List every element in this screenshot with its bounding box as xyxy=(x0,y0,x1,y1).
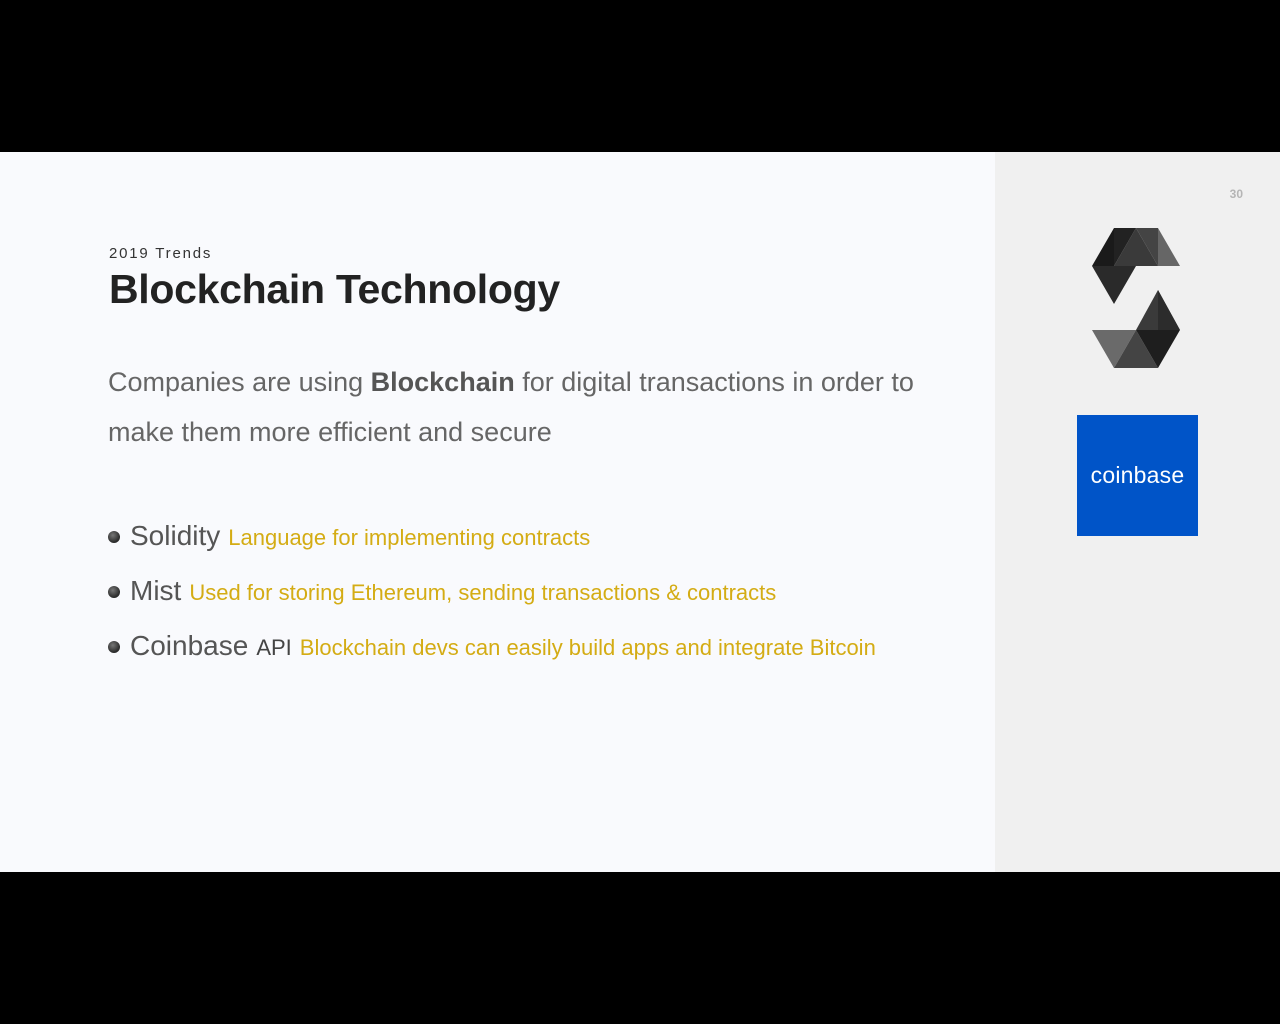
bullet-dot-icon xyxy=(108,586,120,598)
lead-text-before: Companies are using xyxy=(108,367,371,397)
bullet-suffix: API xyxy=(256,635,292,660)
bullet-dot-icon xyxy=(108,641,120,653)
bullet-item-mist: Mist Used for storing Ethereum, sending … xyxy=(108,575,876,630)
lead-text-bold: Blockchain xyxy=(370,367,515,397)
bullet-item-solidity: Solidity Language for implementing contr… xyxy=(108,520,876,575)
bullet-name: Solidity xyxy=(130,520,221,551)
coinbase-logo-text: coinbase xyxy=(1090,462,1185,488)
bullet-dot-icon xyxy=(108,531,120,543)
coinbase-logo-icon: coinbase xyxy=(1077,415,1198,536)
slide-subtitle: 2019 Trends xyxy=(109,245,213,262)
bullet-name: Coinbase xyxy=(130,630,249,661)
bullet-description: Used for storing Ethereum, sending trans… xyxy=(189,580,777,605)
bullet-item-coinbase: Coinbase API Blockchain devs can easily … xyxy=(108,630,876,685)
solidity-logo-icon xyxy=(1092,228,1180,368)
logo-sidebar: 30 coinbase xyxy=(995,152,1280,872)
slide-title: Blockchain Technology xyxy=(109,266,560,312)
bullet-name: Mist xyxy=(130,575,182,606)
page-number: 30 xyxy=(1229,187,1243,201)
bullet-description: Language for implementing contracts xyxy=(228,525,591,550)
bullet-description: Blockchain devs can easily build apps an… xyxy=(299,635,876,660)
lead-paragraph: Companies are using Blockchain for digit… xyxy=(108,357,968,457)
presentation-slide: 2019 Trends Blockchain Technology Compan… xyxy=(0,152,1280,872)
bullet-list: Solidity Language for implementing contr… xyxy=(108,520,876,685)
